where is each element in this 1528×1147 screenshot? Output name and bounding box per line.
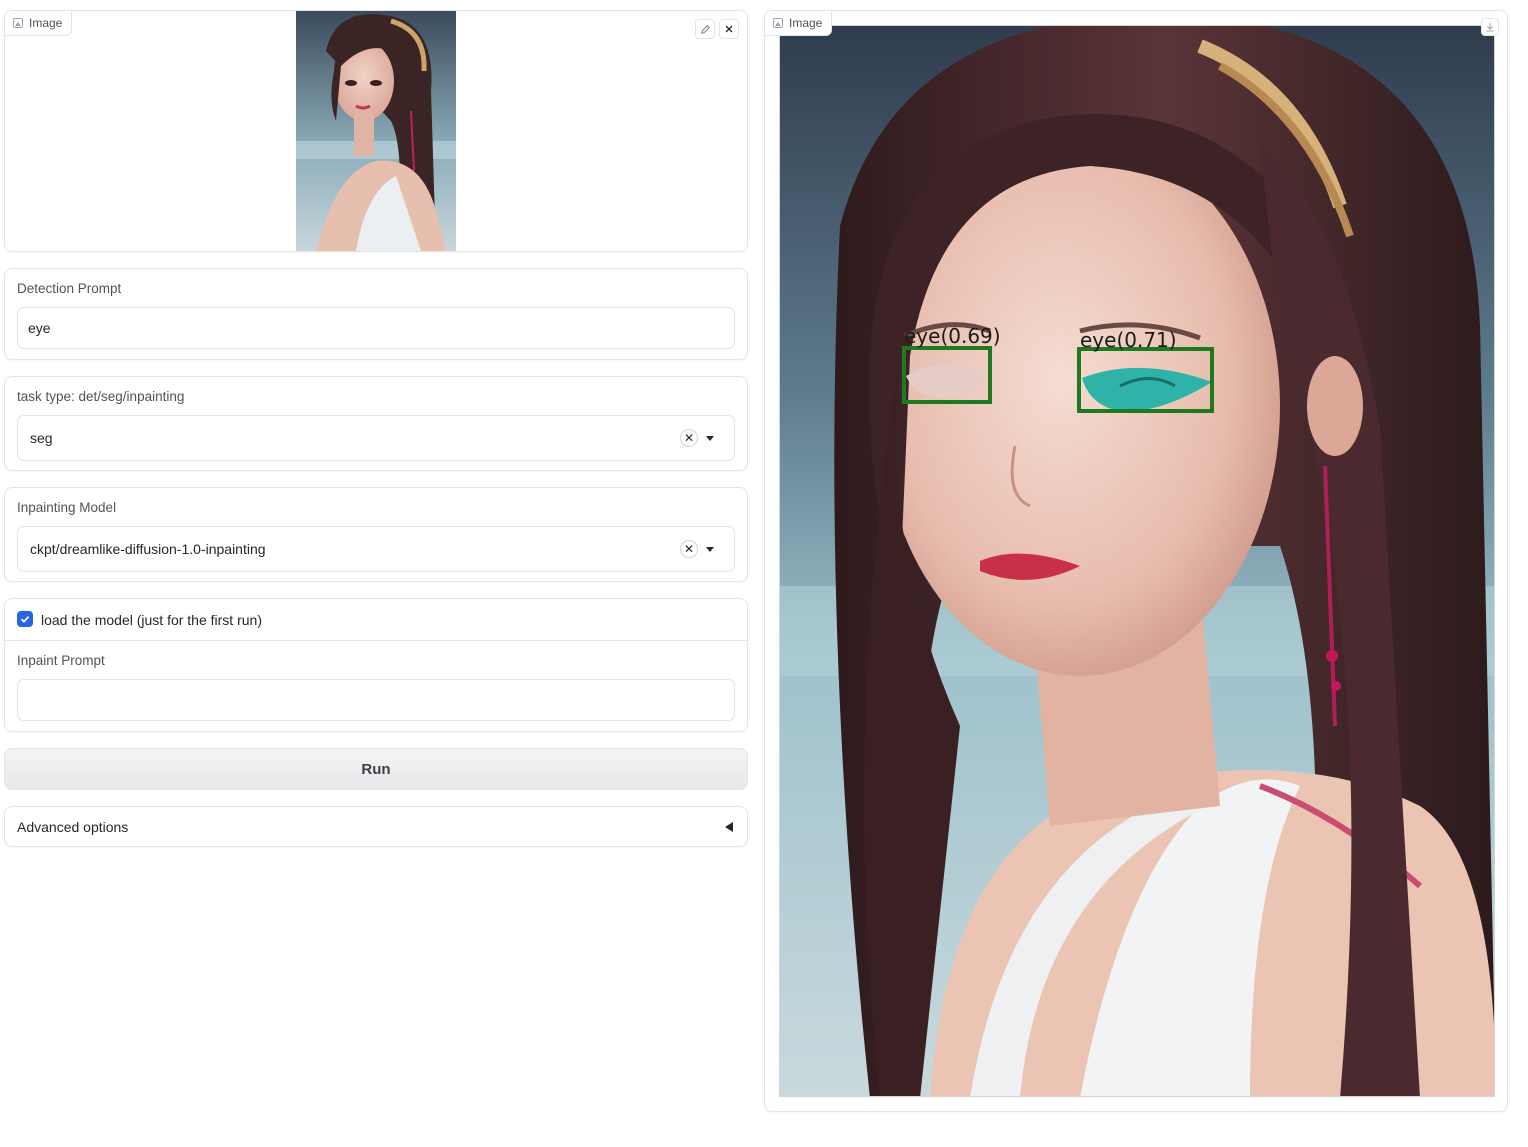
detection-label-right: eye(0.71): [1080, 328, 1177, 352]
input-image-panel[interactable]: Image: [4, 10, 748, 252]
run-button[interactable]: Run: [4, 748, 748, 790]
detection-label-left: eye(0.69): [904, 324, 1001, 348]
task-type-label: task type: det/seg/inpainting: [17, 389, 185, 404]
output-image-label: Image: [764, 10, 833, 36]
clear-icon[interactable]: ✕: [680, 540, 698, 558]
inpaint-prompt-label: Inpaint Prompt: [17, 653, 105, 668]
clear-icon[interactable]: ✕: [680, 429, 698, 447]
advanced-options-accordion[interactable]: Advanced options: [4, 806, 748, 847]
load-model-checkbox-row[interactable]: load the model (just for the first run): [5, 599, 747, 641]
chevron-down-icon[interactable]: [706, 546, 714, 552]
download-button[interactable]: [1481, 18, 1499, 36]
input-portrait-image: [296, 11, 456, 251]
task-type-dropdown[interactable]: seg ✕: [17, 415, 735, 461]
edit-button[interactable]: [695, 19, 715, 39]
detection-prompt-value: eye: [28, 320, 51, 336]
load-model-label: load the model (just for the first run): [41, 612, 262, 628]
inpaint-settings-panel: load the model (just for the first run) …: [4, 598, 748, 732]
inpainting-model-value: ckpt/dreamlike-diffusion-1.0-inpainting: [30, 541, 266, 557]
image-icon: [773, 18, 783, 28]
image-icon: [13, 18, 23, 28]
task-type-value: seg: [30, 430, 53, 446]
advanced-options-label: Advanced options: [17, 818, 129, 835]
output-segmented-image: eye(0.69) eye(0.71): [779, 25, 1495, 1097]
inpainting-model-dropdown[interactable]: ckpt/dreamlike-diffusion-1.0-inpainting …: [17, 526, 735, 572]
close-icon: [725, 25, 733, 33]
pencil-icon: [700, 24, 710, 34]
clear-image-button[interactable]: [719, 19, 739, 39]
detection-prompt-label: Detection Prompt: [17, 281, 122, 296]
inpainting-model-label: Inpainting Model: [17, 500, 117, 515]
output-image-panel: eye(0.69) eye(0.71) Image: [764, 10, 1508, 1112]
input-image-label: Image: [4, 10, 73, 36]
checkmark-icon: [20, 615, 30, 623]
load-model-checkbox[interactable]: [17, 611, 33, 627]
detection-prompt-input[interactable]: eye: [17, 307, 735, 349]
download-icon: [1486, 23, 1494, 32]
inpainting-model-panel: Inpainting Model ckpt/dreamlike-diffusio…: [4, 487, 748, 582]
task-type-panel: task type: det/seg/inpainting seg ✕: [4, 376, 748, 471]
detection-prompt-panel: Detection Prompt eye: [4, 268, 748, 360]
chevron-down-icon[interactable]: [706, 435, 714, 441]
triangle-left-icon: [725, 821, 733, 832]
inpaint-prompt-input[interactable]: [17, 679, 735, 721]
